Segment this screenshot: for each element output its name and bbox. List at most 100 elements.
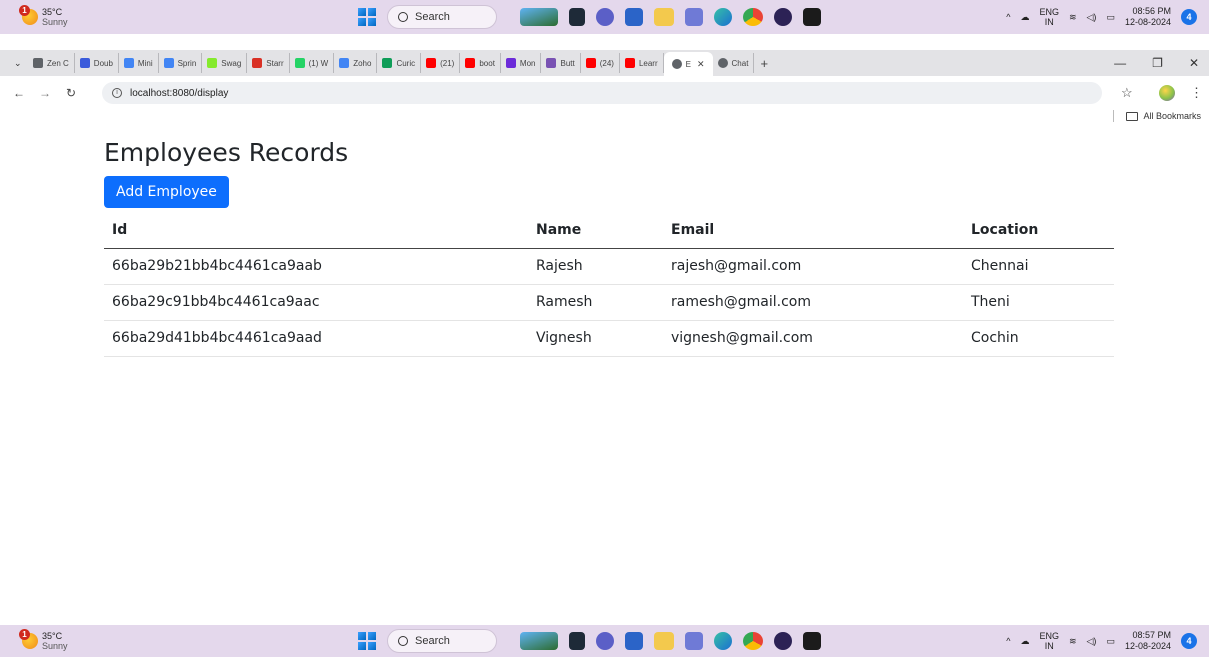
browser-tab-label: Mini bbox=[137, 58, 153, 68]
browser-tab[interactable]: Curic bbox=[377, 53, 422, 73]
windows-start-icon[interactable] bbox=[358, 8, 376, 26]
forward-icon[interactable]: → bbox=[38, 86, 52, 100]
tool-icon[interactable] bbox=[685, 8, 703, 26]
store-icon[interactable] bbox=[625, 632, 643, 650]
table-header-row: Id Name Email Location bbox=[104, 212, 1114, 249]
table-row: 66ba29b21bb4bc4461ca9aab Rajesh rajesh@g… bbox=[104, 248, 1114, 285]
taskbar-search[interactable]: Search bbox=[387, 629, 497, 653]
terminal-icon[interactable] bbox=[803, 632, 821, 650]
browser-tab[interactable]: Mini bbox=[119, 53, 159, 73]
browser-tab[interactable]: Zen C bbox=[28, 53, 75, 73]
clock[interactable]: 08:57 PM 12-08-2024 bbox=[1125, 630, 1171, 652]
browser-tab-label: Zoho bbox=[353, 58, 372, 68]
browser-tab[interactable]: Mon bbox=[501, 53, 542, 73]
add-employee-button[interactable]: Add Employee bbox=[104, 176, 229, 208]
browser-tab-label: Learr bbox=[638, 58, 658, 68]
minimize-icon[interactable]: — bbox=[1114, 56, 1126, 70]
chevron-up-icon[interactable]: ^ bbox=[1006, 636, 1010, 646]
browser-tab[interactable]: Zoho bbox=[334, 53, 378, 73]
chat-icon[interactable] bbox=[596, 632, 614, 650]
language-indicator[interactable]: ENG IN bbox=[1039, 7, 1059, 27]
edge-icon[interactable] bbox=[714, 8, 732, 26]
volume-icon[interactable]: ◁) bbox=[1087, 12, 1097, 23]
taskbar-search[interactable]: Search bbox=[387, 5, 497, 29]
header-location: Location bbox=[963, 212, 1114, 249]
tab-active-label: E bbox=[685, 59, 691, 69]
browser-tab[interactable]: boot bbox=[460, 53, 501, 73]
weather-widget[interactable]: 1 35°C Sunny bbox=[19, 629, 68, 651]
language-indicator[interactable]: ENG IN bbox=[1039, 631, 1059, 651]
menu-kebab-icon[interactable]: ⋮ bbox=[1190, 85, 1203, 101]
wifi-icon[interactable]: ≋ bbox=[1069, 636, 1077, 647]
browser-tab[interactable]: (21) bbox=[421, 53, 461, 73]
notification-badge[interactable]: 4 bbox=[1181, 633, 1197, 649]
landscape-icon[interactable] bbox=[520, 632, 558, 650]
browser-tab[interactable]: (24) bbox=[581, 53, 620, 73]
tab-active[interactable]: E ✕ bbox=[663, 52, 713, 76]
tab-search-dropdown-icon[interactable]: ⌄ bbox=[14, 58, 28, 69]
browser-tab[interactable]: Learr bbox=[620, 53, 664, 73]
table-row: 66ba29c91bb4bc4461ca9aac Ramesh ramesh@g… bbox=[104, 284, 1114, 321]
back-icon[interactable]: ← bbox=[12, 86, 26, 100]
favicon-icon bbox=[79, 58, 90, 68]
page-title: Employees Records bbox=[104, 138, 349, 167]
folder-icon[interactable] bbox=[654, 8, 674, 26]
chevron-up-icon[interactable]: ^ bbox=[1006, 12, 1010, 22]
chatgpt-icon bbox=[717, 58, 728, 68]
battery-icon[interactable]: ▭ bbox=[1106, 12, 1115, 23]
chrome-icon[interactable] bbox=[743, 8, 763, 26]
cell-email: rajesh@gmail.com bbox=[663, 248, 963, 285]
browser-tab[interactable]: Starr bbox=[247, 53, 290, 73]
tool-icon[interactable] bbox=[685, 632, 703, 650]
browser-tab[interactable]: Butt bbox=[541, 53, 581, 73]
edge-icon[interactable] bbox=[714, 632, 732, 650]
browser-tab-label: (21) bbox=[440, 58, 455, 68]
notification-badge[interactable]: 4 bbox=[1181, 9, 1197, 25]
url-field[interactable]: i localhost:8080/display bbox=[102, 82, 1102, 104]
reload-icon[interactable]: ↻ bbox=[64, 86, 78, 100]
close-icon[interactable]: ✕ bbox=[697, 59, 705, 70]
globe-icon bbox=[671, 59, 682, 69]
favicon-icon bbox=[382, 58, 393, 68]
store-icon[interactable] bbox=[625, 8, 643, 26]
notes-icon[interactable] bbox=[569, 8, 585, 26]
favicon-icon bbox=[465, 58, 476, 68]
profile-avatar[interactable] bbox=[1159, 85, 1175, 101]
cloud-icon[interactable]: ☁ bbox=[1020, 636, 1029, 647]
browser-tab[interactable]: (1) W bbox=[290, 53, 335, 73]
clock[interactable]: 08:56 PM 12-08-2024 bbox=[1125, 6, 1171, 28]
browser-tab[interactable]: Sprin bbox=[159, 53, 203, 73]
cell-email: ramesh@gmail.com bbox=[663, 284, 963, 321]
browser-tab-strip: ⌄ Zen C Doub Mini Sprin Swag Starr (1) W Zoho Cu… bbox=[0, 50, 1209, 76]
bookmarks-bar: All Bookmarks bbox=[1113, 110, 1201, 122]
chrome-icon[interactable] bbox=[743, 632, 763, 650]
landscape-icon[interactable] bbox=[520, 8, 558, 26]
wifi-icon[interactable]: ≋ bbox=[1069, 12, 1077, 23]
volume-icon[interactable]: ◁) bbox=[1087, 636, 1097, 647]
site-info-icon[interactable]: i bbox=[112, 88, 122, 98]
restore-icon[interactable]: ❐ bbox=[1152, 56, 1163, 70]
tab-chat[interactable]: Chat bbox=[713, 53, 755, 73]
folder-icon[interactable] bbox=[654, 632, 674, 650]
employees-table: Id Name Email Location 66ba29b21bb4bc446… bbox=[104, 212, 1114, 357]
notes-icon[interactable] bbox=[569, 632, 585, 650]
cloud-icon[interactable]: ☁ bbox=[1020, 12, 1029, 23]
browser-tab[interactable]: Doub bbox=[75, 53, 119, 73]
favicon-icon bbox=[339, 58, 350, 68]
bookmark-star-icon[interactable]: ☆ bbox=[1121, 85, 1133, 101]
terminal-icon[interactable] bbox=[803, 8, 821, 26]
windows-start-icon[interactable] bbox=[358, 632, 376, 650]
browser-tab[interactable]: Swag bbox=[202, 53, 248, 73]
weather-temp: 35°C bbox=[42, 631, 63, 641]
close-window-icon[interactable]: ✕ bbox=[1189, 56, 1199, 70]
chat-icon[interactable] bbox=[596, 8, 614, 26]
eclipse-icon[interactable] bbox=[774, 632, 792, 650]
lang-region: IN bbox=[1044, 17, 1054, 27]
browser-tab-label: Mon bbox=[519, 58, 536, 68]
cell-name: Vignesh bbox=[528, 320, 663, 357]
eclipse-icon[interactable] bbox=[774, 8, 792, 26]
all-bookmarks-link[interactable]: All Bookmarks bbox=[1143, 111, 1201, 121]
weather-widget[interactable]: 1 35°C Sunny bbox=[19, 5, 68, 27]
new-tab-button[interactable]: + bbox=[760, 56, 768, 71]
battery-icon[interactable]: ▭ bbox=[1106, 636, 1115, 647]
